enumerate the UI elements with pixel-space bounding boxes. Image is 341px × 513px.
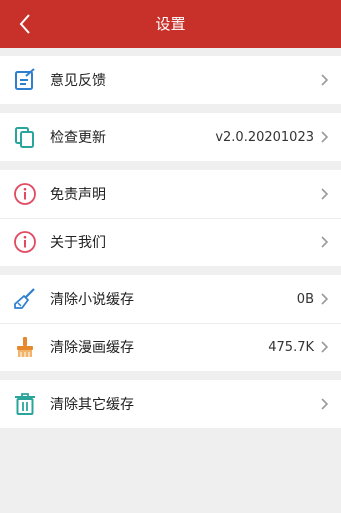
chevron-right-icon [320, 235, 330, 249]
settings-group-other-cache: 清除其它缓存 [0, 380, 341, 428]
chevron-right-icon [320, 73, 330, 87]
settings-row-clear-other-cache[interactable]: 清除其它缓存 [0, 380, 341, 428]
brush-icon [13, 287, 37, 311]
settings-row-label: 检查更新 [50, 130, 106, 146]
paintbrush-icon [13, 335, 37, 359]
settings-group-cache: 清除小说缓存 0B 清除漫画缓存 475.7K [0, 275, 341, 371]
settings-group-feedback: 意见反馈 [0, 56, 341, 104]
cache-size-value: 0B [296, 291, 314, 307]
settings-row-check-update[interactable]: 检查更新 v2.0.20201023 [0, 113, 341, 161]
chevron-right-icon [320, 340, 330, 354]
chevron-right-icon [320, 130, 330, 144]
settings-row-label: 免责声明 [50, 187, 106, 203]
settings-row-label: 清除小说缓存 [50, 292, 134, 308]
settings-row-label: 清除其它缓存 [50, 397, 134, 413]
settings-row-label: 关于我们 [50, 235, 106, 251]
copy-update-icon [13, 125, 37, 149]
settings-row-label: 意见反馈 [50, 73, 106, 89]
cache-size-value: 475.7K [268, 339, 314, 355]
chevron-right-icon [320, 187, 330, 201]
settings-row-label: 清除漫画缓存 [50, 340, 134, 356]
settings-row-about-us[interactable]: 关于我们 [0, 218, 341, 266]
trash-icon [13, 392, 37, 416]
chevron-right-icon [320, 397, 330, 411]
page-title: 设置 [155, 15, 186, 33]
settings-row-clear-novel-cache[interactable]: 清除小说缓存 0B [0, 275, 341, 323]
version-value: v2.0.20201023 [215, 129, 314, 145]
settings-group-update: 检查更新 v2.0.20201023 [0, 113, 341, 161]
info-icon [13, 182, 37, 206]
settings-group-info: 免责声明 关于我们 [0, 170, 341, 266]
settings-row-disclaimer[interactable]: 免责声明 [0, 170, 341, 218]
chevron-right-icon [320, 292, 330, 306]
top-app-bar: 设置 [0, 0, 341, 48]
settings-row-feedback[interactable]: 意见反馈 [0, 56, 341, 104]
info-icon [13, 230, 37, 254]
feedback-icon [13, 68, 37, 92]
settings-row-clear-comic-cache[interactable]: 清除漫画缓存 475.7K [0, 323, 341, 371]
